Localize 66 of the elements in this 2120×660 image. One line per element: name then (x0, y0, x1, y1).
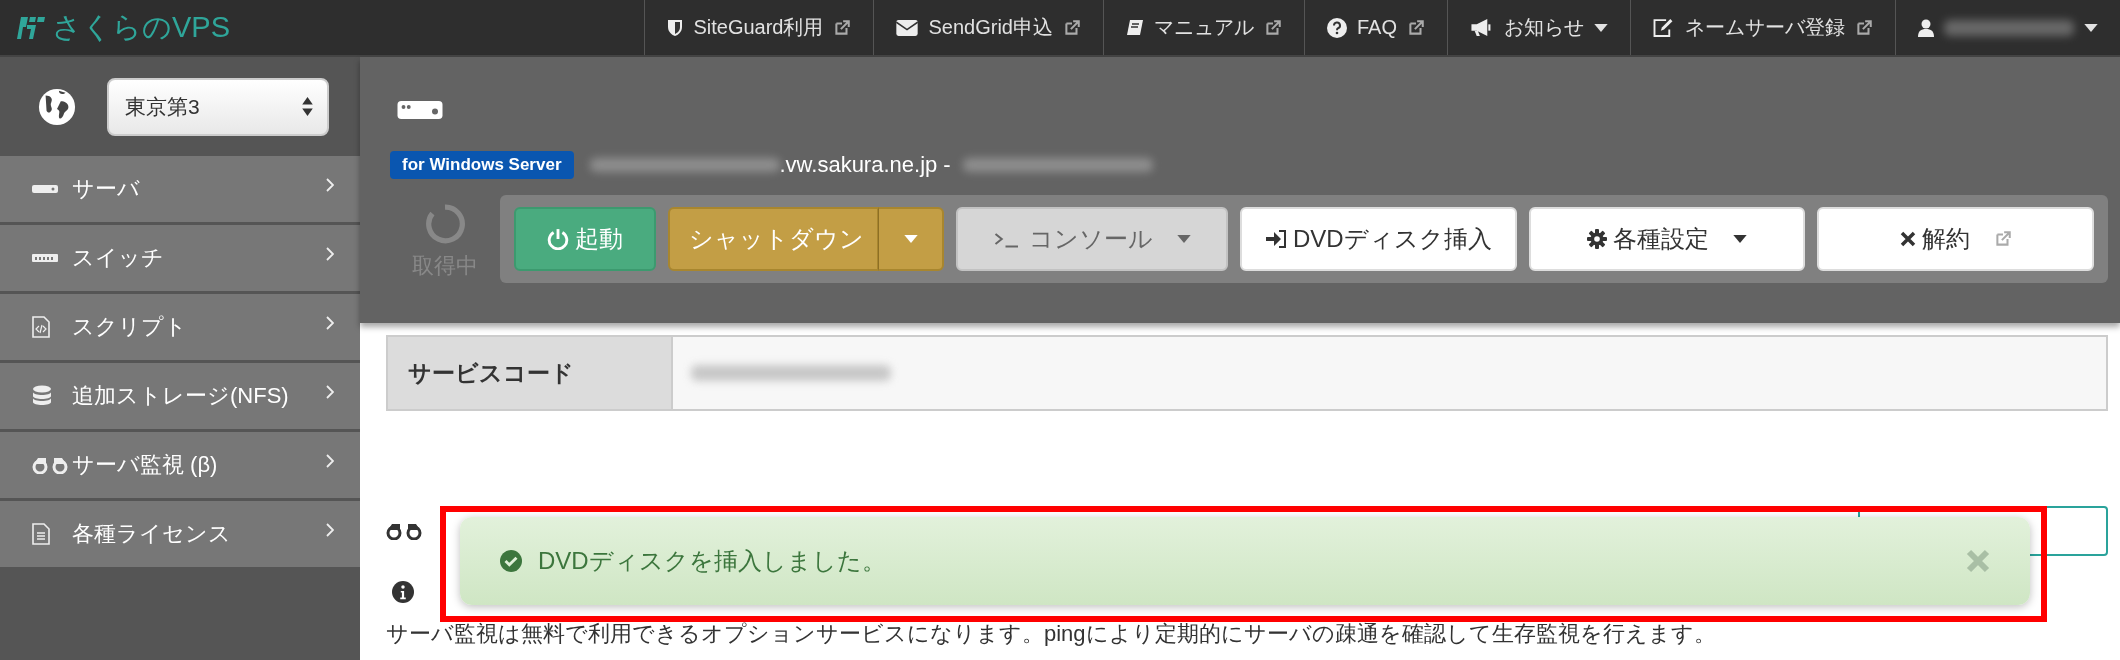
external-link-icon (833, 18, 852, 37)
document-icon (32, 523, 50, 545)
switch-icon (32, 254, 58, 262)
shield-icon (667, 18, 684, 37)
chevron-right-icon (326, 178, 334, 192)
region-select[interactable]: 東京第3 (107, 77, 329, 136)
caret-icon (1594, 23, 1608, 32)
caret-icon (1733, 235, 1747, 243)
description-text: サーバ監視は無料で利用できるオプションサービスになります。pingにより定期的にサーバの疎通を確認して生存監視を行えます。 (386, 620, 1717, 648)
sidebar-item[interactable]: 各種ライセンス (0, 501, 360, 570)
external-link-icon (1063, 18, 1081, 37)
dropdown-toggle[interactable] (878, 207, 944, 271)
info-icon (392, 581, 414, 603)
nav-link[interactable]: SendGrid申込 (873, 0, 1103, 55)
globe-icon (38, 87, 76, 126)
action-button[interactable]: DVDディスク挿入 (1240, 207, 1517, 271)
caret-icon (2084, 23, 2098, 32)
nav-link[interactable]: マニュアル (1103, 0, 1304, 55)
server-icon (396, 101, 444, 119)
sidebar-item[interactable]: サーバ監視 (β) (0, 432, 360, 501)
updown-icon (302, 97, 313, 116)
caret-icon (903, 235, 918, 243)
close-icon (1899, 231, 1916, 247)
loading-spinner-icon (424, 203, 466, 245)
hostname-text: .vw.sakura.ne.jp - (779, 152, 951, 178)
external-link-icon (1407, 18, 1425, 37)
chevron-right-icon (326, 316, 334, 330)
nav-link[interactable]: お知らせ (1447, 0, 1630, 55)
binoculars-icon (386, 522, 422, 540)
sidebar-item[interactable]: スイッチ (0, 225, 360, 294)
external-link-icon (1264, 18, 1282, 37)
nav-link[interactable]: FAQ (1304, 0, 1447, 55)
action-button[interactable]: 各種設定 (1528, 207, 1806, 271)
book-icon (1126, 18, 1144, 37)
logo-mark-icon (16, 14, 46, 41)
code-file-icon (32, 316, 50, 338)
sign-in-icon (1265, 229, 1287, 249)
chevron-right-icon (326, 523, 334, 537)
binoculars-icon (32, 456, 68, 474)
chevron-right-icon (326, 247, 334, 261)
action-button[interactable]: 解約 (1817, 207, 2094, 271)
chevron-right-icon (326, 385, 334, 399)
envelope-icon (896, 19, 919, 36)
close-icon[interactable] (1966, 549, 1990, 573)
check-circle-icon (500, 550, 522, 572)
os-badge: for Windows Server (390, 151, 574, 179)
toast-message: DVDディスクを挿入しました。 (538, 546, 887, 576)
nav-link[interactable]: SiteGuard利用 (644, 0, 874, 55)
table-header-cell: サービスコード (388, 337, 673, 409)
sidebar-item[interactable]: サーバ (0, 156, 360, 225)
question-icon (1327, 17, 1347, 38)
sidebar-item[interactable]: 追加ストレージ(NFS) (0, 363, 360, 432)
gear-icon (1587, 229, 1607, 249)
user-icon (1918, 18, 1934, 37)
external-link-icon (1993, 230, 2012, 248)
power-icon (547, 228, 569, 250)
chevron-right-icon (326, 454, 334, 468)
sidebar-item[interactable]: スクリプト (0, 294, 360, 363)
server-icon (32, 185, 58, 193)
action-button[interactable]: コンソール (956, 207, 1228, 271)
edit-icon (1653, 18, 1675, 37)
database-icon (32, 385, 52, 407)
external-link-icon (1855, 18, 1873, 37)
caret-icon (1177, 235, 1191, 243)
nav-link[interactable]: ネームサーバ登録 (1630, 0, 1895, 55)
brand-logo[interactable]: さくらのVPS (0, 7, 231, 48)
